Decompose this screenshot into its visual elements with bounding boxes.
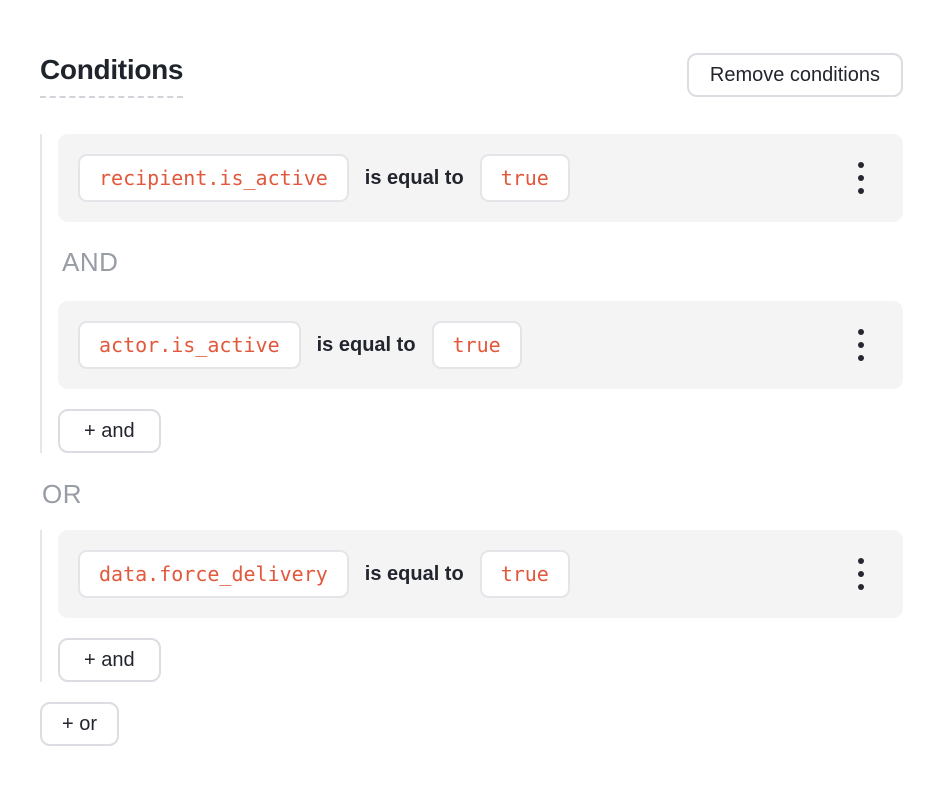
kebab-menu-icon[interactable]: [854, 554, 868, 594]
remove-conditions-button[interactable]: Remove conditions: [687, 53, 903, 97]
field-pill[interactable]: data.force_delivery: [78, 550, 349, 598]
add-or-group-button[interactable]: + or: [40, 702, 119, 746]
condition-row: recipient.is_active is equal to true: [58, 134, 903, 222]
and-joiner-label: AND: [62, 247, 903, 277]
operator-label: is equal to: [365, 563, 464, 586]
kebab-menu-icon[interactable]: [854, 158, 868, 198]
operator-label: is equal to: [317, 334, 416, 357]
value-pill[interactable]: true: [432, 321, 522, 369]
conditions-panel: Conditions Remove conditions recipient.i…: [0, 0, 946, 746]
page-title: Conditions: [40, 53, 183, 98]
add-and-condition-button[interactable]: + and: [58, 638, 161, 682]
kebab-menu-icon[interactable]: [854, 325, 868, 365]
condition-row: data.force_delivery is equal to true: [58, 530, 903, 618]
operator-label: is equal to: [365, 167, 464, 190]
field-pill[interactable]: actor.is_active: [78, 321, 301, 369]
value-pill[interactable]: true: [480, 550, 570, 598]
conditions-header: Conditions Remove conditions: [40, 53, 903, 98]
or-joiner-label: OR: [42, 479, 903, 509]
condition-group-1: recipient.is_active is equal to true AND…: [40, 134, 903, 453]
condition-group-2: data.force_delivery is equal to true + a…: [40, 530, 903, 682]
add-and-condition-button[interactable]: + and: [58, 409, 161, 453]
value-pill[interactable]: true: [480, 154, 570, 202]
field-pill[interactable]: recipient.is_active: [78, 154, 349, 202]
condition-row: actor.is_active is equal to true: [58, 301, 903, 389]
